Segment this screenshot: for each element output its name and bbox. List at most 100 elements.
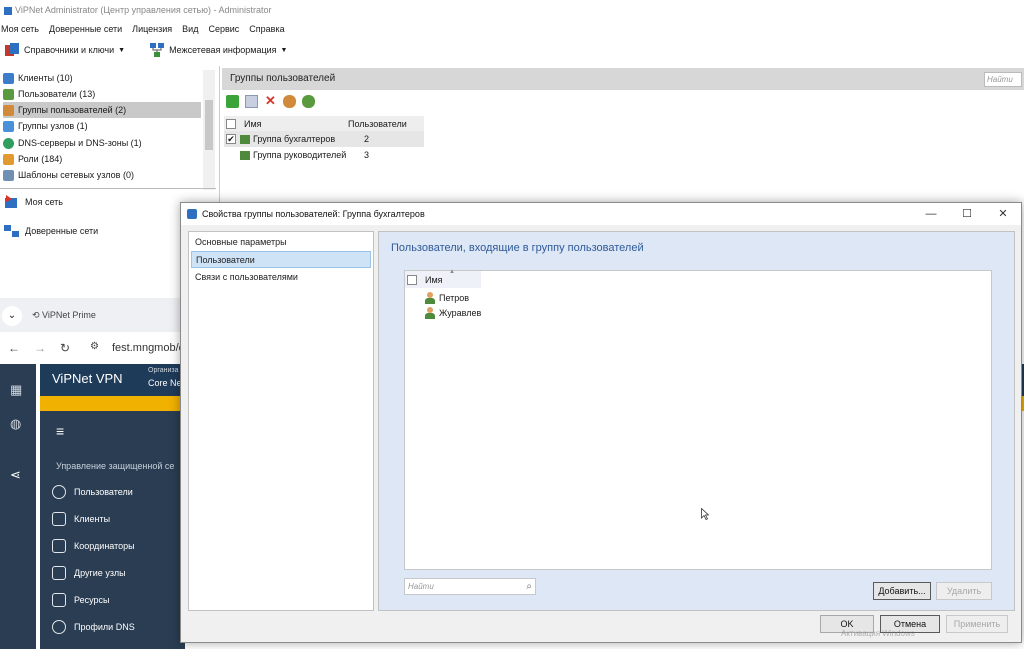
admin-title: ViPNet Administrator (Центр управления с…	[15, 5, 272, 15]
table-row[interactable]: Группа руководителей 3	[224, 147, 424, 163]
nav-label: Роли (184)	[18, 154, 63, 164]
forward-icon[interactable]: →	[34, 341, 46, 355]
user-link-icon[interactable]	[302, 95, 315, 108]
directories-label: Справочники и ключи	[24, 45, 115, 55]
accent-bar	[40, 396, 185, 411]
table-header: Имя Пользователи	[224, 116, 424, 131]
trusted-networks-icon	[4, 225, 19, 237]
chevron-down-icon: ▼	[280, 46, 288, 54]
sidebar-item-users[interactable]: Пользователи	[52, 485, 133, 499]
browser-window: ⌄ ⟲ ViPNet Prime ← → ↻ ⚙ fest.mngmob/c ▦…	[0, 298, 185, 649]
menu-view[interactable]: Вид	[182, 20, 198, 38]
sidebar-item-label: Ресурсы	[74, 595, 110, 605]
menu-license[interactable]: Лицензия	[132, 20, 172, 38]
dashboard-icon[interactable]: ◍	[10, 416, 21, 432]
user-icon	[425, 306, 435, 319]
app-sidebar: ≡ Управление защищенной се Пользователи …	[40, 411, 185, 649]
back-icon[interactable]: ←	[8, 341, 20, 355]
directories-button[interactable]: Справочники и ключи ▼	[4, 42, 125, 58]
delete-icon[interactable]: ✕	[264, 94, 277, 108]
app-brand: ViPNet VPN	[52, 371, 123, 386]
org-value[interactable]: Core Ne	[148, 378, 182, 388]
nav-label: Пользователи (13)	[18, 89, 96, 99]
admin-menubar: Моя сеть Доверенные сети Лицензия Вид Се…	[0, 20, 1024, 38]
nav-my-network[interactable]: Моя сеть	[3, 192, 63, 212]
browser-tab[interactable]: ⟲ ViPNet Prime	[32, 310, 96, 321]
nav-clients[interactable]: Клиенты (10)	[3, 70, 73, 86]
group-icon	[240, 134, 250, 144]
nav-templates[interactable]: Шаблоны сетевых узлов (0)	[3, 167, 134, 183]
nav-general[interactable]: Основные параметры	[191, 234, 371, 251]
nav-scrollbar[interactable]	[203, 70, 215, 190]
coordinators-icon	[52, 539, 66, 553]
url-input[interactable]: fest.mngmob/c	[112, 342, 184, 354]
nav-dns[interactable]: DNS-серверы и DNS-зоны (1)	[3, 135, 142, 151]
select-all-checkbox[interactable]	[226, 118, 236, 129]
menu-my-network[interactable]: Моя сеть	[1, 20, 39, 38]
properties-icon[interactable]	[245, 95, 258, 108]
remove-button[interactable]: Удалить	[936, 582, 992, 600]
nav-users[interactable]: Пользователи (13)	[3, 86, 95, 102]
nav-trusted-networks[interactable]: Доверенные сети	[3, 221, 98, 241]
column-users[interactable]: Пользователи	[348, 119, 407, 129]
members-search-input[interactable]: Найти ⌕	[404, 578, 536, 595]
nav-users[interactable]: Пользователи	[191, 251, 371, 268]
search-input[interactable]: Найти	[984, 72, 1022, 87]
reload-icon[interactable]: ↻	[60, 341, 70, 355]
tab-title: ViPNet Prime	[42, 310, 96, 320]
nav-label: DNS-серверы и DNS-зоны (1)	[18, 138, 142, 148]
directories-icon	[5, 43, 19, 56]
member-name: Журавлев	[439, 307, 482, 318]
site-settings-icon[interactable]: ⚙	[90, 341, 99, 352]
address-bar: ← → ↻ ⚙ fest.mngmob/c	[0, 332, 185, 364]
interwork-label: Межсетевая информация	[169, 45, 277, 55]
sidebar-item-resources[interactable]: Ресурсы	[52, 593, 110, 607]
nav-user-groups[interactable]: Группы пользователей (2)	[3, 102, 201, 118]
menu-service[interactable]: Сервис	[208, 20, 239, 38]
menu-trusted-networks[interactable]: Доверенные сети	[49, 20, 122, 38]
user-icon[interactable]	[283, 95, 296, 108]
menu-icon[interactable]: ≡	[56, 423, 64, 439]
sidebar-item-clients[interactable]: Клиенты	[52, 512, 110, 526]
sidebar-item-label: Профили DNS	[74, 622, 135, 632]
add-button[interactable]: Добавить...	[873, 582, 931, 600]
menu-help[interactable]: Справка	[249, 20, 284, 38]
search-icon[interactable]: ⌕	[526, 579, 532, 594]
org-label: Организа	[148, 367, 179, 374]
column-name[interactable]: Имя	[421, 275, 443, 285]
chevron-down-icon[interactable]: ⌄	[2, 306, 22, 326]
row-checkbox[interactable]: ✔	[226, 134, 236, 144]
mouse-cursor-icon	[701, 508, 709, 520]
table-row[interactable]: ✔ Группа бухгалтеров 2	[224, 131, 424, 147]
my-network-icon	[5, 195, 17, 208]
close-icon[interactable]: ✕	[985, 203, 1021, 225]
grid-icon[interactable]: ▦	[10, 382, 22, 398]
sidebar-item-other-nodes[interactable]: Другие узлы	[52, 566, 126, 580]
nav-node-groups[interactable]: Группы узлов (1)	[3, 118, 88, 134]
sidebar-item-dns-profiles[interactable]: Профили DNS	[52, 620, 135, 634]
sort-arrow-icon: ▲	[449, 269, 455, 275]
maximize-icon[interactable]: ☐	[949, 203, 985, 225]
list-item[interactable]: Петров	[425, 290, 469, 305]
apply-button[interactable]: Применить	[946, 615, 1008, 633]
scroll-thumb[interactable]	[205, 100, 213, 150]
add-icon[interactable]	[226, 95, 239, 108]
browser-tabbar: ⌄ ⟲ ViPNet Prime	[0, 298, 185, 332]
nav-roles[interactable]: Роли (184)	[3, 151, 62, 167]
sidebar-item-coordinators[interactable]: Координаторы	[52, 539, 135, 553]
select-all-checkbox[interactable]	[407, 274, 417, 285]
group-users: 3	[364, 150, 370, 160]
interwork-button[interactable]: Межсетевая информация ▼	[149, 42, 287, 58]
column-name[interactable]: Имя	[240, 119, 348, 129]
minimize-icon[interactable]: —	[913, 203, 949, 225]
nav-user-links[interactable]: Связи с пользователями	[191, 269, 371, 286]
admin-title-bar: ViPNet Administrator (Центр управления с…	[0, 0, 1024, 20]
list-item[interactable]: Журавлев	[425, 305, 481, 320]
nav-label: Группы пользователей (2)	[18, 105, 127, 115]
panel-title: Пользователи, входящие в группу пользова…	[391, 242, 644, 254]
resources-icon	[52, 593, 66, 607]
page-title: Группы пользователей	[230, 73, 336, 84]
sidebar-item-label: Координаторы	[74, 541, 135, 551]
share-icon[interactable]: ⋖	[10, 467, 21, 483]
chevron-down-icon: ▼	[118, 46, 126, 54]
